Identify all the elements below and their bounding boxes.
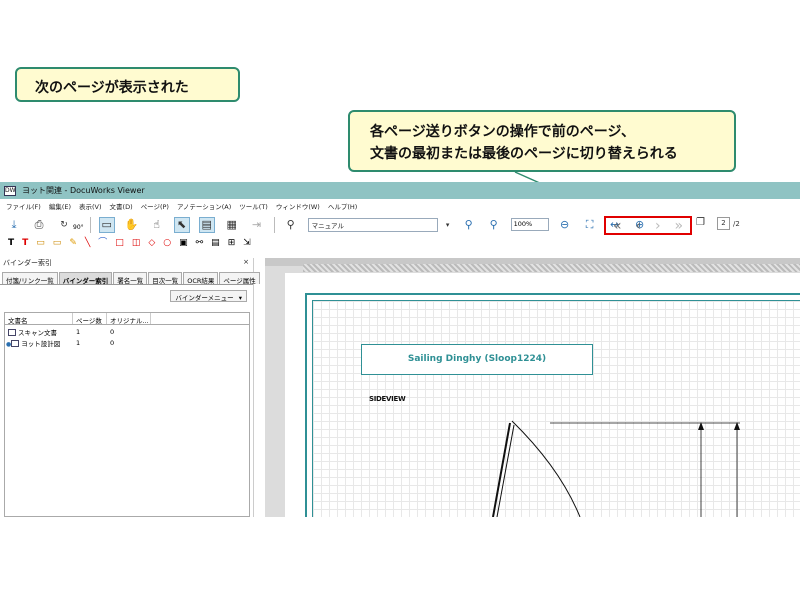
chevron-down-icon: ▾: [238, 294, 242, 302]
last-page-icon[interactable]: »: [674, 219, 683, 233]
tab-toc[interactable]: 目次一覧: [148, 272, 183, 285]
signature-tool-icon[interactable]: ⊞: [228, 238, 236, 248]
menu-annotation[interactable]: アノテーション(A): [177, 201, 231, 211]
app-icon: DW: [4, 185, 16, 196]
find-next-icon[interactable]: ⚲: [486, 217, 502, 233]
tab-ocr[interactable]: OCR結果: [183, 272, 219, 285]
binder-menu-button[interactable]: バインダーメニュー ▾: [170, 290, 247, 302]
shape-tool-icon[interactable]: ◇: [148, 238, 155, 248]
page-navigation-highlight: « ‹ › »: [604, 216, 692, 235]
panel-toggle-icon[interactable]: ▭: [98, 216, 115, 233]
docuworks-window: DW ヨット関連 - DocuWorks Viewer ファイル(F) 編集(E…: [0, 182, 800, 517]
print-icon[interactable]: ⎙: [31, 217, 47, 233]
pan-tool-icon[interactable]: ☝: [149, 217, 165, 233]
red-text-tool-icon[interactable]: T: [22, 238, 28, 248]
table-header: 文書名 ページ数 オリジナル...: [5, 313, 249, 325]
page-indicator: ❐ 2 /2: [696, 217, 740, 230]
doc-pages: 1: [76, 327, 81, 336]
callout-tool-icon[interactable]: ◫: [132, 238, 141, 248]
binder-menu-label: バインダーメニュー: [175, 294, 234, 302]
doc-original: 0: [110, 338, 115, 347]
rect-tool-icon[interactable]: □: [115, 238, 124, 248]
panel-title: バインダー索引: [3, 259, 52, 267]
tab-signatures[interactable]: 署名一覧: [113, 272, 148, 285]
line-tool-icon[interactable]: ╲: [85, 238, 90, 248]
page-shadow: [303, 264, 800, 272]
document-page: Sailing Dinghy (Sloop1224) SIDEVIEW: [285, 273, 800, 517]
document-icon: [11, 340, 20, 347]
marker-icon[interactable]: ▭: [53, 238, 62, 248]
zoom-select[interactable]: 100%: [510, 218, 549, 231]
sailboat-drawing: [492, 420, 740, 517]
column-header-name[interactable]: 文書名: [5, 313, 73, 325]
menu-window[interactable]: ウィンドウ(W): [276, 201, 320, 211]
select-tool-icon[interactable]: ⬉: [173, 216, 190, 233]
tab-page-attributes[interactable]: ページ属性: [219, 272, 260, 285]
title-bar: DW ヨット関連 - DocuWorks Viewer: [0, 182, 800, 199]
document-icon: [8, 329, 16, 336]
save-icon[interactable]: ⤓: [6, 217, 22, 233]
table-row[interactable]: スキャン文書 1 0: [5, 326, 249, 337]
link-tool-icon[interactable]: ⚯: [196, 238, 204, 248]
export-icon[interactable]: ⇥: [249, 217, 265, 233]
thumbnail-icon[interactable]: ▦: [224, 217, 240, 233]
menu-help[interactable]: ヘルプ(H): [328, 201, 357, 211]
window-title: ヨット関連 - DocuWorks Viewer: [22, 186, 145, 195]
menu-document[interactable]: 文書(D): [110, 201, 133, 211]
menu-tools[interactable]: ツール(T): [239, 201, 268, 211]
column-header-pages[interactable]: ページ数: [73, 313, 107, 325]
document-viewer[interactable]: Sailing Dinghy (Sloop1224) SIDEVIEW: [265, 258, 800, 517]
attachment-tool-icon[interactable]: ⇲: [243, 238, 251, 248]
main-toolbar: ⤓ ⎙ ↻ 90° ▭ ✋ ☝ ⬉ ▤ ▦ ⇥ ⚲ マニュアル ▾ ⚲ ⚲ 10…: [0, 213, 800, 236]
doc-name: スキャン文書: [18, 328, 57, 337]
text-select-icon[interactable]: ▤: [198, 216, 215, 233]
pen-tool-icon[interactable]: ⌒: [98, 238, 107, 248]
search-icon[interactable]: ⚲: [283, 217, 299, 233]
panel-header: バインダー索引 ×: [0, 258, 253, 269]
tab-sticky-links[interactable]: 付箋/リンク一覧: [2, 272, 58, 285]
current-page-input[interactable]: 2: [717, 217, 730, 230]
fit-page-icon[interactable]: ⛶: [582, 217, 598, 233]
highlighter-icon[interactable]: ✎: [69, 238, 77, 248]
stamp-tool-icon[interactable]: ▣: [179, 238, 188, 248]
binder-index-panel: バインダー索引 × 付箋/リンク一覧 バインダー索引 署名一覧 目次一覧 OCR…: [0, 258, 260, 517]
prev-page-icon[interactable]: ‹: [635, 219, 641, 233]
table-row[interactable]: ● ヨット設計図 1 0: [5, 337, 249, 348]
toolbar-separator: [273, 216, 275, 233]
next-page-icon[interactable]: ›: [655, 219, 661, 233]
search-dropdown-icon[interactable]: ▾: [444, 217, 452, 233]
ellipse-tool-icon[interactable]: ○: [163, 238, 171, 248]
search-input[interactable]: マニュアル: [307, 217, 438, 232]
annotation-toolbar: T T ▭ ▭ ✎ ╲ ⌒ □ ◫ ◇ ○ ▣ ⚯ ▤ ⊞ ⇲: [0, 236, 800, 250]
document-table: 文書名 ページ数 オリジナル... スキャン文書 1 0 ● ヨット設計図 1 0: [4, 312, 250, 517]
first-page-icon[interactable]: «: [613, 219, 622, 233]
total-pages: /2: [733, 219, 740, 228]
menu-view[interactable]: 表示(V): [79, 201, 102, 211]
doc-original: 0: [110, 327, 115, 336]
menu-page[interactable]: ページ(P): [141, 201, 169, 211]
hand-tool-icon[interactable]: ✋: [124, 217, 140, 233]
menu-file[interactable]: ファイル(F): [6, 201, 41, 211]
image-tool-icon[interactable]: ▤: [211, 238, 220, 248]
doc-pages: 1: [76, 338, 81, 347]
sticky-note-icon[interactable]: ▭: [36, 238, 45, 248]
toolbar-separator: [89, 216, 91, 233]
close-icon[interactable]: ×: [243, 258, 249, 269]
rotate-label: 90°: [73, 224, 84, 231]
column-header-original[interactable]: オリジナル...: [107, 313, 151, 325]
text-tool-icon[interactable]: T: [8, 238, 14, 248]
zoom-out-icon[interactable]: ⊖: [557, 217, 573, 233]
page-view-icon[interactable]: ❐: [696, 217, 709, 230]
doc-name: ヨット設計図: [21, 339, 61, 348]
menu-bar: ファイル(F) 編集(E) 表示(V) 文書(D) ページ(P) アノテーション…: [0, 199, 800, 213]
find-prev-icon[interactable]: ⚲: [461, 217, 477, 233]
menu-edit[interactable]: 編集(E): [49, 201, 71, 211]
rotate-icon[interactable]: ↻: [56, 217, 72, 233]
panel-tabs: 付箋/リンク一覧 バインダー索引 署名一覧 目次一覧 OCR結果 ページ属性: [0, 272, 260, 285]
tab-binder-index[interactable]: バインダー索引: [58, 272, 113, 285]
